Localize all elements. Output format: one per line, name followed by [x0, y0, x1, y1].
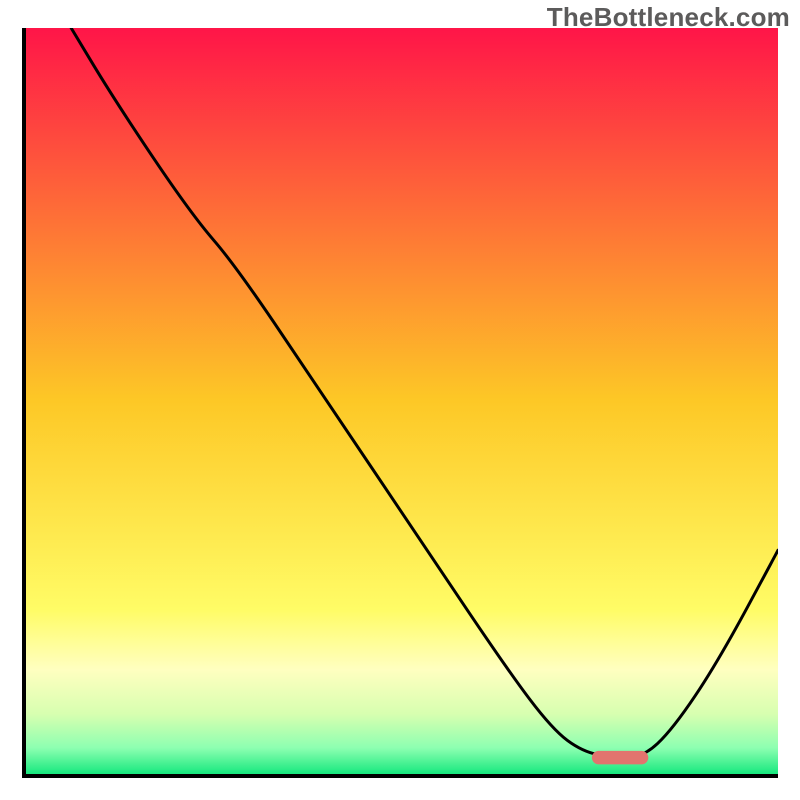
- plot-area: [22, 28, 778, 778]
- chart-svg: [26, 28, 778, 774]
- chart-frame: TheBottleneck.com: [0, 0, 800, 800]
- optimal-range-marker: [592, 751, 648, 764]
- background-rect: [26, 28, 778, 774]
